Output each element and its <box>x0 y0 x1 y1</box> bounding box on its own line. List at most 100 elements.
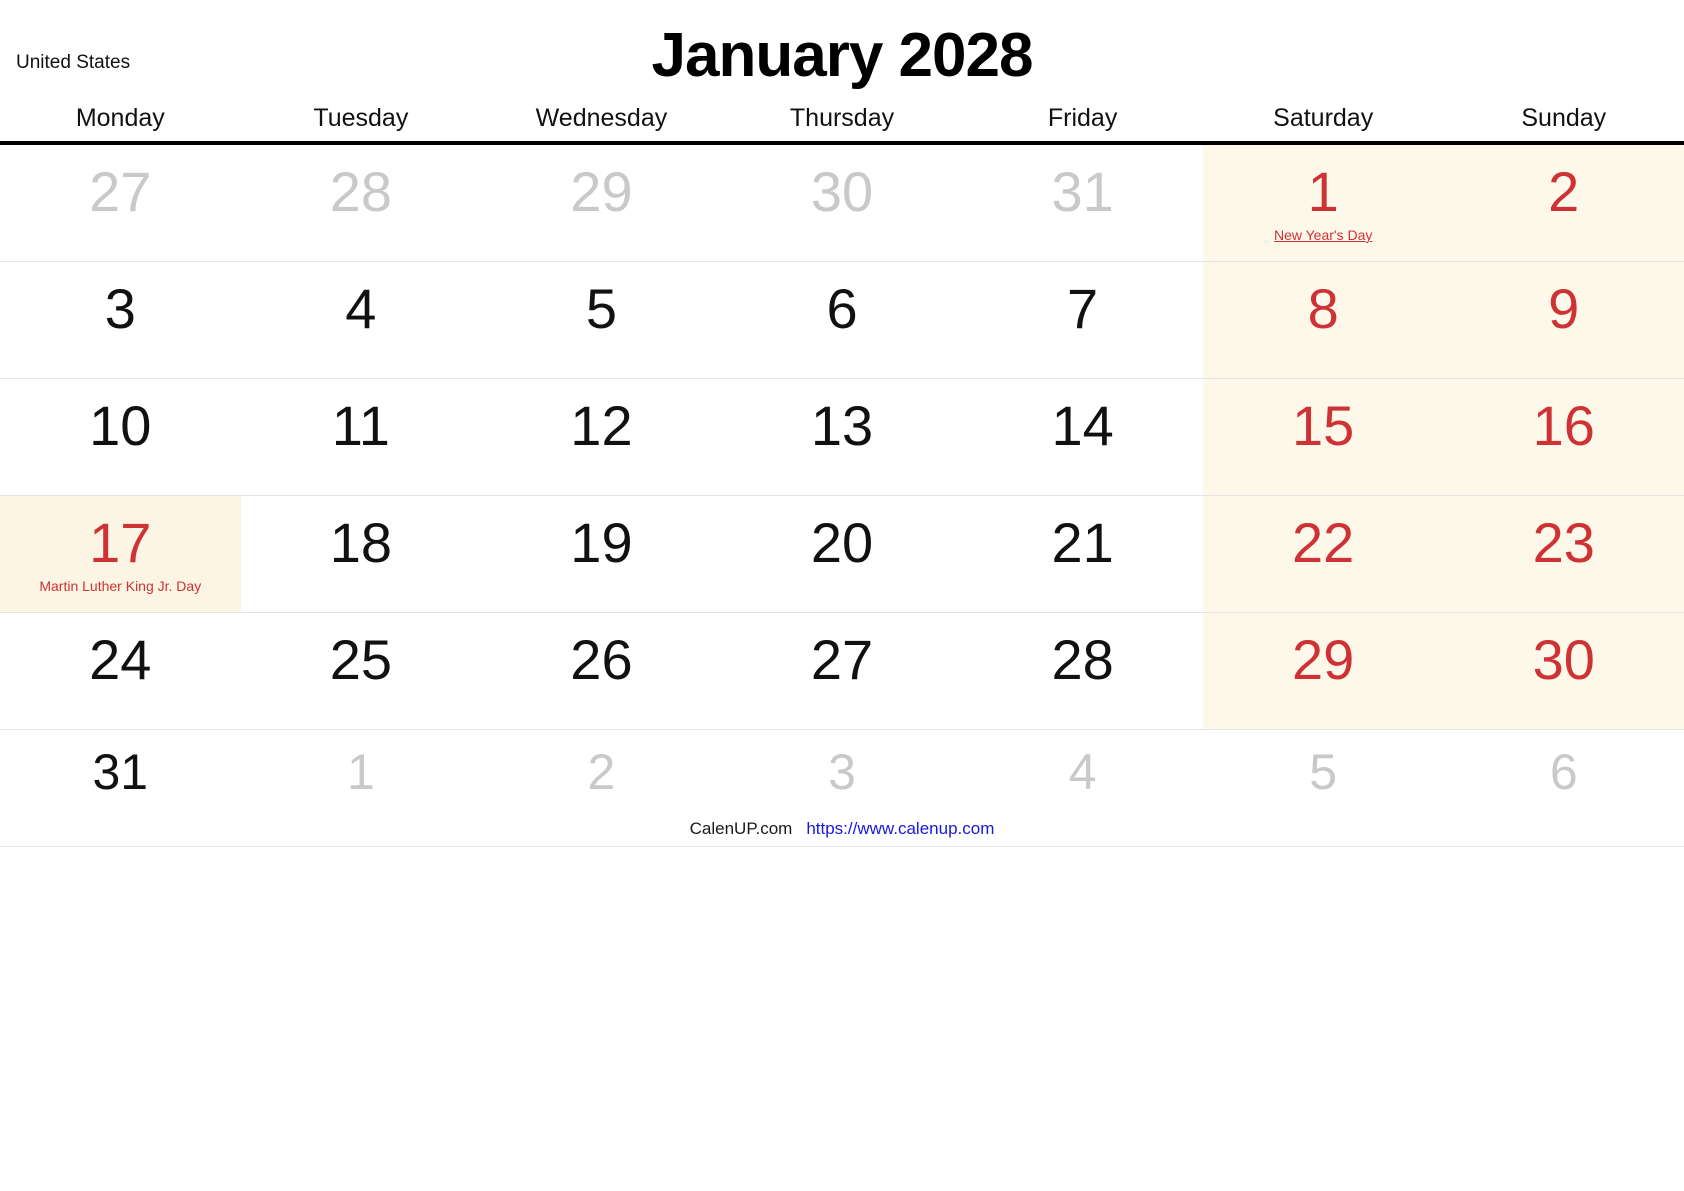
calendar-week-row: 10 11 12 13 14 15 16 <box>0 379 1684 496</box>
day-cell[interactable]: 10 <box>0 379 241 495</box>
calendar-grid: Monday Tuesday Wednesday Thursday Friday Satu… <box>0 104 1684 847</box>
day-cell[interactable]: 6 <box>721 262 963 378</box>
day-cell[interactable]: 8 <box>1202 262 1444 378</box>
day-number: 31 <box>1051 160 1114 223</box>
day-number: 4 <box>345 277 377 340</box>
day-number: 8 <box>1307 277 1339 340</box>
day-cell[interactable]: 20 <box>721 496 963 612</box>
day-number: 9 <box>1548 277 1580 340</box>
day-number: 18 <box>329 511 393 574</box>
day-cell[interactable]: 24 <box>0 613 241 729</box>
day-number: 26 <box>570 628 633 691</box>
day-number: 21 <box>1051 511 1114 574</box>
day-number: 3 <box>104 277 136 340</box>
day-cell[interactable]: 21 <box>962 496 1203 612</box>
day-number: 7 <box>1067 277 1099 340</box>
day-number: 17 <box>89 511 152 574</box>
day-number: 19 <box>570 511 633 574</box>
day-cell[interactable]: 9 <box>1443 262 1684 378</box>
day-number: 6 <box>826 277 858 340</box>
day-cell[interactable]: 4 <box>240 262 482 378</box>
day-number: 15 <box>1292 394 1355 457</box>
day-cell[interactable]: 30 <box>1443 613 1684 729</box>
day-cell[interactable]: 22 <box>1202 496 1444 612</box>
day-cell[interactable]: 25 <box>240 613 482 729</box>
weekday-header-monday: Monday <box>0 104 241 141</box>
day-cell[interactable]: 26 <box>481 613 722 729</box>
day-number: 5 <box>1309 744 1338 800</box>
day-cell[interactable]: 15 <box>1202 379 1444 495</box>
weekday-header-friday: Friday <box>962 104 1203 141</box>
day-number: 11 <box>331 394 390 457</box>
day-number: 27 <box>810 628 874 691</box>
day-cell[interactable]: 2 <box>1443 145 1684 261</box>
day-cell[interactable]: 7 <box>962 262 1203 378</box>
day-cell[interactable]: 29 <box>481 145 722 261</box>
day-number: 30 <box>1532 628 1595 691</box>
weekday-header-row: Monday Tuesday Wednesday Thursday Friday Satu… <box>0 104 1684 145</box>
day-number: 28 <box>329 160 393 223</box>
day-number: 10 <box>89 394 152 457</box>
calendar-week-row: 3 4 5 6 7 8 9 <box>0 262 1684 379</box>
holiday-label[interactable]: New Year's Day <box>1207 227 1440 244</box>
day-cell[interactable]: 23 <box>1443 496 1684 612</box>
day-number: 23 <box>1532 511 1595 574</box>
weekday-header-sunday: Sunday <box>1443 104 1684 141</box>
footer: CalenUP.com https://www.calenup.com <box>0 818 1684 840</box>
day-number: 14 <box>1051 394 1114 457</box>
day-number: 16 <box>1532 394 1595 457</box>
day-number: 5 <box>585 277 618 340</box>
day-cell[interactable]: 13 <box>721 379 963 495</box>
day-cell[interactable]: 5 <box>481 262 722 378</box>
day-number: 31 <box>92 744 149 800</box>
day-number: 24 <box>89 628 152 691</box>
day-number: 2 <box>587 744 616 800</box>
day-cell[interactable]: 16 <box>1443 379 1684 495</box>
calendar-week-row: 27 28 29 30 31 1 New Year's Day 2 <box>0 145 1684 262</box>
day-number: 20 <box>810 511 874 574</box>
day-number: 13 <box>810 394 874 457</box>
day-cell[interactable]: 30 <box>721 145 963 261</box>
day-cell[interactable]: 3 <box>0 262 241 378</box>
day-cell[interactable]: 19 <box>481 496 722 612</box>
footer-brand: CalenUP.com <box>689 819 793 838</box>
day-cell[interactable]: 18 <box>240 496 482 612</box>
calendar-week-row: 24 25 26 27 28 29 30 <box>0 613 1684 730</box>
day-number: 29 <box>570 160 633 223</box>
day-cell[interactable]: 28 <box>962 613 1203 729</box>
day-cell[interactable]: 11 <box>240 379 482 495</box>
calendar-week-row: 17 Martin Luther King Jr. Day 18 19 20 21 22 23 <box>0 496 1684 613</box>
day-cell[interactable]: 29 <box>1202 613 1444 729</box>
day-number: 30 <box>810 160 874 223</box>
day-number: 29 <box>1292 628 1355 691</box>
day-cell[interactable]: 14 <box>962 379 1203 495</box>
weekday-header-saturday: Saturday <box>1202 104 1444 141</box>
day-number: 1 <box>1307 160 1339 223</box>
day-number: 25 <box>329 628 393 691</box>
day-cell[interactable]: 1 New Year's Day <box>1202 145 1444 261</box>
day-number: 3 <box>828 744 856 800</box>
day-number: 22 <box>1292 511 1355 574</box>
weekday-header-thursday: Thursday <box>721 104 963 141</box>
day-number: 1 <box>346 744 375 800</box>
footer-url-link[interactable]: https://www.calenup.com <box>806 819 994 838</box>
day-cell[interactable]: 17 Martin Luther King Jr. Day <box>0 496 241 612</box>
day-number: 28 <box>1051 628 1114 691</box>
weekday-header-tuesday: Tuesday <box>240 104 482 141</box>
day-number: 12 <box>570 394 633 457</box>
day-cell[interactable]: 27 <box>0 145 241 261</box>
day-number: 4 <box>1068 744 1097 800</box>
day-number: 2 <box>1548 160 1580 223</box>
day-cell[interactable]: 27 <box>721 613 963 729</box>
day-number: 27 <box>89 160 152 223</box>
day-number: 6 <box>1549 744 1578 800</box>
day-cell[interactable]: 28 <box>240 145 482 261</box>
day-cell[interactable]: 12 <box>481 379 722 495</box>
day-cell[interactable]: 31 <box>962 145 1203 261</box>
page-title: January 2028 <box>651 21 1034 90</box>
calendar-weeks: 27 28 29 30 31 1 New Year's Day 2 3 4 5 6 7 8 9 10 11 12 1… <box>0 145 1684 847</box>
weekday-header-wednesday: Wednesday <box>481 104 722 141</box>
holiday-label[interactable]: Martin Luther King Jr. Day <box>4 578 237 595</box>
calendar-page: United States January 2028 Monday Tuesday… <box>0 0 1684 1191</box>
page-header: United States January 2028 <box>0 0 1684 100</box>
